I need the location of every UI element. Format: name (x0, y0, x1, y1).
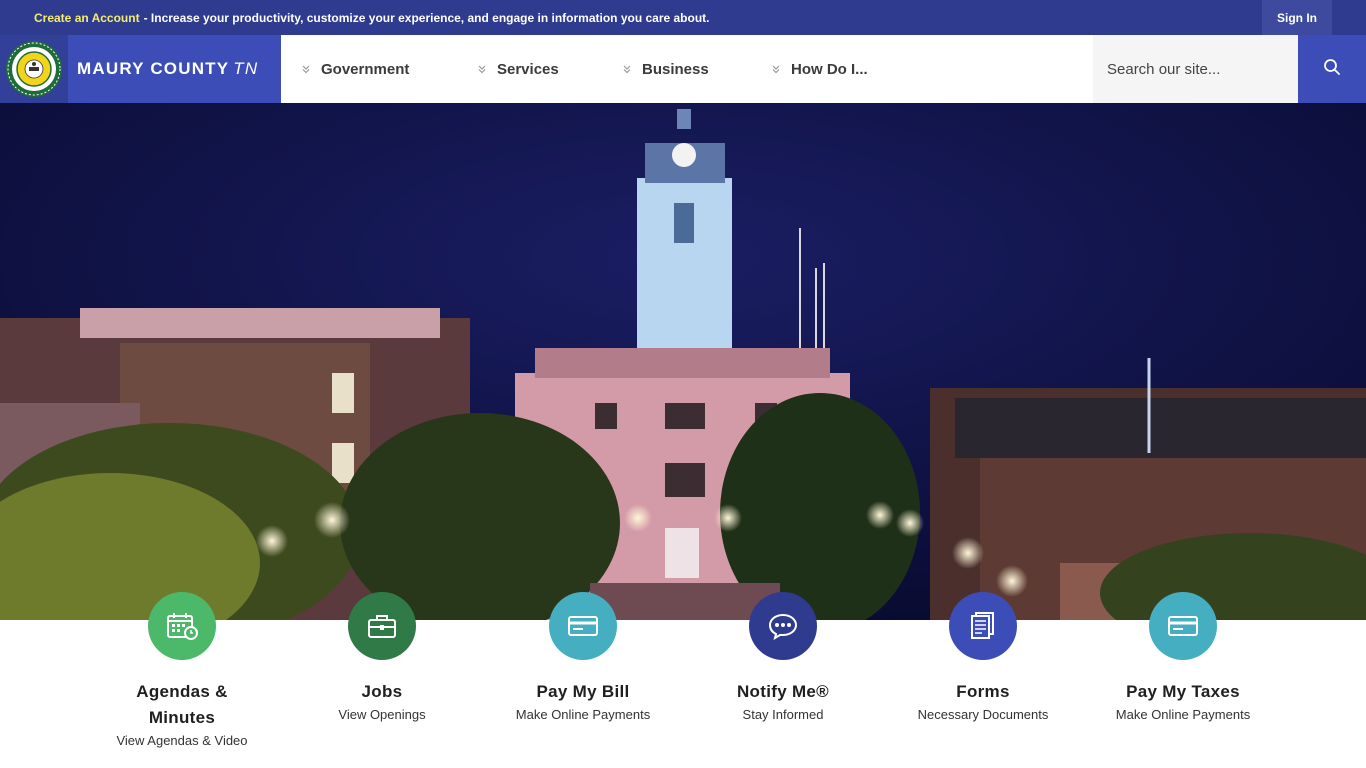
chevron-down-icon (771, 64, 781, 74)
quick-link-subtitle: Stay Informed (742, 707, 824, 722)
account-promo-text: - Increase your productivity, customize … (143, 10, 710, 25)
nav-item-how-do-i[interactable]: How Do I... (771, 35, 868, 103)
quick-link-title: Agendas & Minutes (136, 682, 228, 727)
quick-link-subtitle: View Agendas & Video (116, 733, 248, 748)
briefcase-icon (348, 592, 416, 660)
create-account-link[interactable]: Create an Account (34, 11, 140, 25)
sign-in-button[interactable]: Sign In (1262, 0, 1332, 35)
calendar-clock-icon (148, 592, 216, 660)
quick-link-pay-my-taxes[interactable]: Pay My Taxes Make Online Payments (1093, 592, 1273, 725)
quick-link-notify-me[interactable]: Notify Me® Stay Informed (693, 592, 873, 725)
county-seal-icon (0, 35, 68, 103)
chat-bubble-icon (749, 592, 817, 660)
site-title: MAURY COUNTY TN (77, 59, 258, 79)
documents-icon (949, 592, 1017, 660)
quick-link-subtitle: Make Online Payments (515, 707, 651, 722)
account-promo: Create an Account - Increase your produc… (34, 11, 710, 25)
quick-link-forms[interactable]: Forms Necessary Documents (893, 592, 1073, 725)
quick-link-title: Forms (956, 682, 1010, 701)
quick-link-pay-my-bill[interactable]: Pay My Bill Make Online Payments (493, 592, 673, 725)
quick-link-agendas[interactable]: Agendas & Minutes View Agendas & Video (92, 592, 272, 751)
nav-item-government[interactable]: Government (301, 35, 409, 103)
chevron-down-icon (477, 64, 487, 74)
search-button[interactable] (1298, 35, 1366, 103)
quick-link-title: Notify Me® (736, 682, 830, 701)
site-title-main: MAURY COUNTY (77, 59, 230, 78)
nav-item-label: Services (497, 60, 559, 78)
search-input[interactable] (1107, 60, 1297, 78)
quick-link-title: Jobs (361, 682, 403, 701)
courthouse-night-scene (0, 103, 1366, 620)
nav-item-label: How Do I... (791, 60, 868, 78)
quick-link-title: Pay My Taxes (1126, 682, 1240, 701)
quick-link-subtitle: View Openings (338, 707, 426, 722)
site-title-suffix: TN (233, 59, 259, 78)
quick-link-title: Pay My Bill (536, 682, 630, 701)
site-header: MAURY COUNTY TN Government Services Busin… (0, 35, 1366, 103)
quick-link-jobs[interactable]: Jobs View Openings (292, 592, 472, 725)
search-box (1093, 35, 1298, 103)
account-bar: Create an Account - Increase your produc… (0, 0, 1366, 35)
nav-item-label: Business (642, 60, 709, 78)
nav-item-business[interactable]: Business (622, 35, 709, 103)
nav-item-services[interactable]: Services (477, 35, 559, 103)
chevron-down-icon (301, 64, 311, 74)
hero-banner-image (0, 103, 1366, 620)
search-icon (1323, 58, 1341, 81)
quick-link-subtitle: Make Online Payments (1115, 707, 1251, 722)
chevron-down-icon (622, 64, 632, 74)
quick-links: Agendas & Minutes View Agendas & Video J… (0, 592, 1366, 768)
site-logo-link[interactable]: MAURY COUNTY TN (0, 35, 281, 103)
quick-link-subtitle: Necessary Documents (917, 707, 1049, 722)
credit-card-icon (1149, 592, 1217, 660)
credit-card-icon (549, 592, 617, 660)
nav-item-label: Government (321, 60, 410, 78)
